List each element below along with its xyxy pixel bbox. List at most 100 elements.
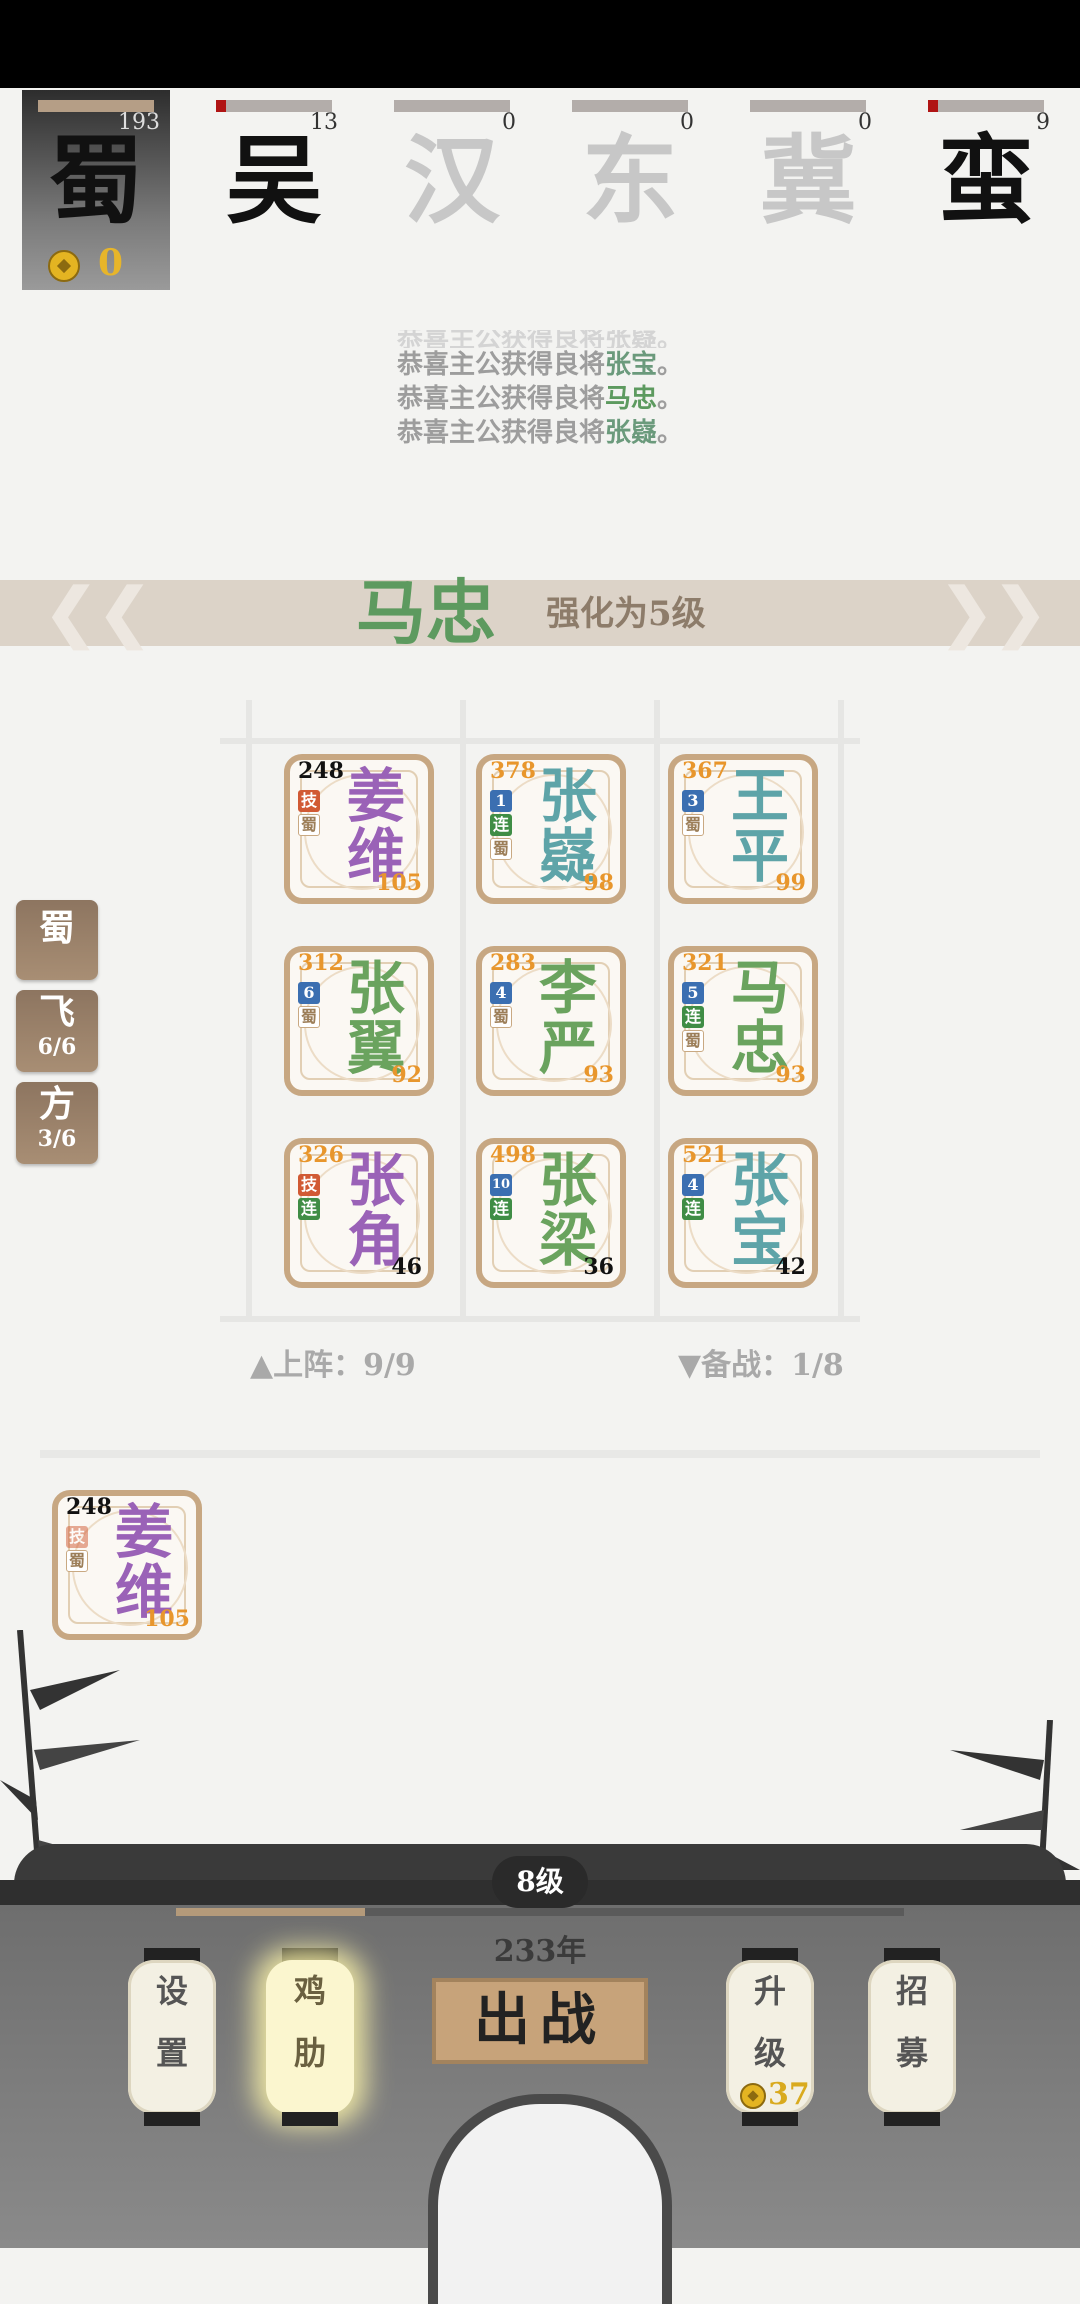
grid-line bbox=[220, 738, 860, 744]
grid-line bbox=[246, 700, 252, 1320]
recruit-button[interactable]: 招募 bbox=[868, 1948, 956, 2126]
faction-name: 冀 bbox=[760, 124, 856, 237]
general-card-zhang-yi[interactable]: 378 1连蜀 张嶷 98 bbox=[476, 754, 626, 904]
coin-icon bbox=[740, 2083, 766, 2109]
grid-line bbox=[654, 700, 660, 1320]
card-name: 张宝 bbox=[730, 1146, 789, 1274]
faction-tab-ji[interactable]: 0 冀 bbox=[734, 90, 882, 290]
message-log: 恭喜主公获得良将张嶷。 恭喜主公获得良将张宝。 恭喜主公获得良将马忠。 恭喜主公… bbox=[0, 330, 1080, 450]
card-name: 张角 bbox=[346, 1146, 405, 1274]
card-level: 93 bbox=[775, 1062, 806, 1088]
faction-tag: 蜀 bbox=[682, 1030, 704, 1052]
faction-name: 吴 bbox=[226, 124, 322, 237]
card-name: 马忠 bbox=[730, 954, 789, 1082]
general-card-zhang-liang[interactable]: 498 10 连 张梁 36 bbox=[476, 1138, 626, 1288]
combo-tag: 连 bbox=[490, 1198, 512, 1220]
faction-tab-wu[interactable]: 13 吴 bbox=[200, 90, 348, 290]
card-level: 42 bbox=[775, 1254, 806, 1280]
recruit-label: 招 bbox=[895, 1972, 928, 2010]
coin-icon bbox=[48, 250, 80, 282]
general-card-jiang-wei[interactable]: 248 技蜀 姜维 105 bbox=[284, 754, 434, 904]
upgrade-cost: 37 bbox=[740, 2078, 810, 2112]
faction-name: 汉 bbox=[404, 124, 500, 237]
faction-hp-bar bbox=[394, 100, 510, 112]
combo-tag: 连 bbox=[682, 1198, 704, 1220]
level-tag: 6 bbox=[298, 982, 320, 1004]
xp-bar bbox=[176, 1908, 904, 1916]
general-card-zhang-jiao[interactable]: 326 技连 张角 46 bbox=[284, 1138, 434, 1288]
faction-tag: 蜀 bbox=[490, 838, 512, 860]
faction-name: 蛮 bbox=[938, 124, 1034, 237]
card-name: 姜维 bbox=[346, 762, 405, 890]
card-name: 李严 bbox=[538, 954, 597, 1082]
combo-tag: 连 bbox=[298, 1198, 320, 1220]
card-level: 92 bbox=[391, 1062, 422, 1088]
general-card-ma-zhong[interactable]: 321 5连蜀 马忠 93 bbox=[668, 946, 818, 1096]
synergy-fang-button[interactable]: 方 3/6 bbox=[16, 1082, 98, 1164]
combo-tag: 连 bbox=[682, 1006, 704, 1028]
faction-tag: 蜀 bbox=[490, 1006, 512, 1028]
log-line: 恭喜主公获得良将张嶷。 bbox=[396, 330, 683, 348]
fight-button[interactable]: 出战 bbox=[432, 1978, 648, 2064]
log-line: 恭喜主公获得良将张嶷。 bbox=[396, 418, 684, 448]
banner-general-name: 马忠 bbox=[356, 571, 496, 654]
upgrade-label: 升 bbox=[753, 1972, 786, 2010]
year-display: 233年 bbox=[493, 1934, 587, 1969]
faction-hp-bar bbox=[750, 100, 866, 112]
faction-tag: 蜀 bbox=[298, 1006, 320, 1028]
faction-tab-dong[interactable]: 0 东 bbox=[556, 90, 704, 290]
level-tag: 5 bbox=[682, 982, 704, 1004]
card-name: 张嶷 bbox=[538, 762, 597, 890]
faction-tag: 蜀 bbox=[298, 814, 320, 836]
grid-line bbox=[838, 700, 844, 1320]
gold-amount: 0 bbox=[98, 242, 124, 284]
log-line: 恭喜主公获得良将张宝。 bbox=[396, 350, 684, 380]
reserve-count: ▼备战：1/8 bbox=[678, 1348, 844, 1383]
side-button-label: 方 bbox=[38, 1083, 75, 1125]
card-level: 105 bbox=[376, 870, 422, 896]
skill-tag: 技 bbox=[66, 1526, 88, 1548]
general-card-wang-ping[interactable]: 367 3蜀 王平 99 bbox=[668, 754, 818, 904]
faction-tab-han[interactable]: 0 汉 bbox=[378, 90, 526, 290]
upgrade-banner: ❮❮ ❯❯ 马忠 强化为5级 bbox=[0, 575, 1080, 650]
player-level: 8级 bbox=[492, 1856, 588, 1908]
faction-tab-man[interactable]: 9 蛮 bbox=[912, 90, 1060, 290]
side-button-label: 飞 bbox=[38, 991, 75, 1033]
upgrade-button[interactable]: 升级 37 bbox=[726, 1948, 814, 2126]
combo-tag: 连 bbox=[490, 814, 512, 836]
card-name: 张梁 bbox=[538, 1146, 597, 1274]
rooster-button[interactable]: 鸡肋 bbox=[266, 1948, 354, 2126]
card-name: 姜维 bbox=[114, 1498, 173, 1626]
status-bar bbox=[0, 0, 1080, 88]
general-card-zhang-bao[interactable]: 521 4连 张宝 42 bbox=[668, 1138, 818, 1288]
rooster-label: 鸡 bbox=[293, 1972, 326, 2010]
faction-tab-shu[interactable]: 193 蜀 0 bbox=[22, 90, 170, 290]
level-tag: 4 bbox=[682, 1174, 704, 1196]
settings-button[interactable]: 设置 bbox=[128, 1948, 216, 2126]
gold-display: 0 bbox=[48, 242, 123, 284]
card-level: 99 bbox=[775, 870, 806, 896]
banner-chevron-right-icon: ❯❯ bbox=[940, 575, 1048, 650]
faction-tag: 蜀 bbox=[66, 1550, 88, 1572]
side-button-label: 蜀 bbox=[38, 907, 75, 949]
card-name: 张翼 bbox=[346, 954, 405, 1082]
reserve-card-jiang-wei[interactable]: 248 技蜀 姜维 105 bbox=[52, 1490, 202, 1640]
grid-line bbox=[220, 1316, 860, 1322]
synergy-fei-button[interactable]: 飞 6/6 bbox=[16, 990, 98, 1072]
side-button-count: 6/6 bbox=[37, 1034, 77, 1060]
faction-filter-button[interactable]: 蜀 bbox=[16, 900, 98, 980]
level-tag: 10 bbox=[490, 1174, 512, 1196]
side-button-count: 3/6 bbox=[37, 1126, 77, 1152]
deployed-count: ▲上阵：9/9 bbox=[250, 1348, 416, 1383]
banner-chevron-left-icon: ❮❮ bbox=[44, 575, 152, 650]
skill-tag: 技 bbox=[298, 1174, 320, 1196]
level-tag: 4 bbox=[490, 982, 512, 1004]
faction-tag: 蜀 bbox=[682, 814, 704, 836]
general-card-li-yan[interactable]: 283 4蜀 李严 93 bbox=[476, 946, 626, 1096]
faction-name: 东 bbox=[582, 124, 678, 237]
card-name: 王平 bbox=[730, 762, 789, 890]
log-line: 恭喜主公获得良将马忠。 bbox=[396, 384, 684, 414]
settings-label: 设 bbox=[155, 1972, 188, 2010]
faction-hp-bar bbox=[928, 100, 1044, 112]
general-card-zhang-yi-2[interactable]: 312 6蜀 张翼 92 bbox=[284, 946, 434, 1096]
